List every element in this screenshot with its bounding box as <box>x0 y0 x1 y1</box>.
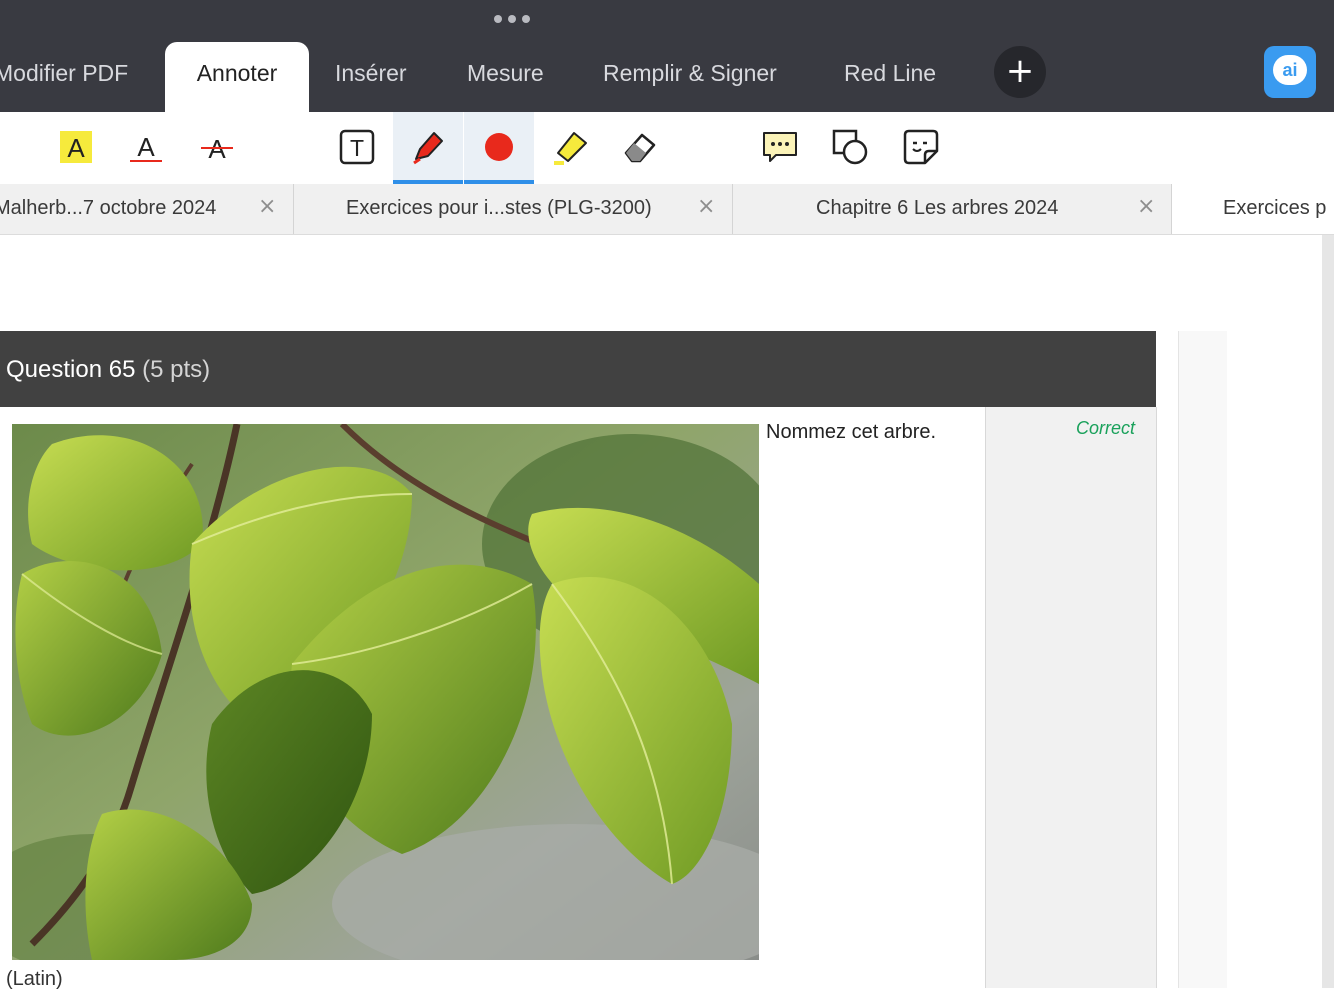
page-margin-strip <box>1178 331 1227 988</box>
red-color-dot-icon <box>485 133 513 161</box>
shapes-icon <box>832 129 868 165</box>
comment-tool[interactable] <box>745 112 815 182</box>
text-highlight-icon: A <box>60 131 92 163</box>
ai-label: ai <box>1273 55 1307 85</box>
text-strikethrough-tool[interactable]: A <box>182 112 252 182</box>
text-strikethrough-icon: A <box>201 134 233 164</box>
tab-mesure[interactable]: Mesure <box>467 42 544 112</box>
text-underline-tool[interactable]: A <box>111 112 181 182</box>
question-number: Question 65 <box>6 356 136 383</box>
document-tab[interactable]: Malherb...7 octobre 2024 × <box>0 184 294 234</box>
eraser-tool[interactable] <box>605 112 675 182</box>
add-tab-button[interactable]: + <box>994 46 1046 98</box>
question-prompt: Nommez cet arbre. <box>766 421 937 443</box>
ai-assistant-button[interactable]: ai <box>1264 46 1316 98</box>
svg-text:T: T <box>350 135 364 161</box>
tab-remplir-signer[interactable]: Remplir & Signer <box>603 42 777 112</box>
sticker-icon <box>903 129 939 165</box>
tab-red-line[interactable]: Red Line <box>844 42 936 112</box>
question-points: (5 pts) <box>142 356 211 383</box>
leaf-photo <box>12 424 759 960</box>
color-picker-tool[interactable] <box>464 112 534 184</box>
sticker-tool[interactable] <box>886 112 956 182</box>
document-tab-label: Chapitre 6 Les arbres 2024 <box>816 197 1059 219</box>
close-tab-icon[interactable]: × <box>258 194 276 219</box>
pen-tool[interactable] <box>393 112 463 184</box>
document-tab-label: Malherb...7 octobre 2024 <box>0 197 217 219</box>
tab-modifier-pdf[interactable]: Modifier PDF <box>0 42 128 112</box>
grading-column <box>985 407 1157 988</box>
more-dots-icon[interactable] <box>492 12 532 24</box>
eraser-icon <box>624 133 656 163</box>
highlighter-icon <box>554 132 587 165</box>
tab-annoter[interactable]: Annoter <box>165 42 309 112</box>
text-underline-icon: A <box>130 132 162 162</box>
close-tab-icon[interactable]: × <box>697 194 715 219</box>
document-tab-bar: Malherb...7 octobre 2024 × Exercices pou… <box>0 184 1334 235</box>
document-tab[interactable]: Chapitre 6 Les arbres 2024 × <box>733 184 1172 234</box>
comment-icon <box>763 132 797 162</box>
svg-text:A: A <box>67 133 85 163</box>
tab-inserer[interactable]: Insérer <box>335 42 407 112</box>
document-tab-label: Exercices pour i...stes (PLG-3200) <box>346 197 652 219</box>
shapes-tool[interactable] <box>815 112 885 182</box>
question-title: Question 65 (5 pts) <box>6 356 210 384</box>
status-correct: Correct <box>1076 418 1136 438</box>
text-box-tool[interactable]: T <box>322 112 392 182</box>
top-ribbon: Modifier PDF Annoter Insérer Mesure Remp… <box>0 0 1334 112</box>
document-tab-active[interactable]: Exercices p <box>1172 184 1334 234</box>
close-tab-icon[interactable]: × <box>1137 194 1155 219</box>
vertical-scrollbar[interactable] <box>1322 235 1334 988</box>
text-box-icon: T <box>339 129 375 165</box>
pen-icon <box>413 132 443 165</box>
text-highlight-tool[interactable]: A <box>41 112 111 182</box>
annotation-toolbar: A A A T <box>0 112 1334 185</box>
highlighter-tool[interactable] <box>535 112 605 182</box>
svg-text:A: A <box>137 132 155 162</box>
document-tab-label: Exercices p <box>1223 197 1327 219</box>
document-tab[interactable]: Exercices pour i...stes (PLG-3200) × <box>294 184 733 234</box>
